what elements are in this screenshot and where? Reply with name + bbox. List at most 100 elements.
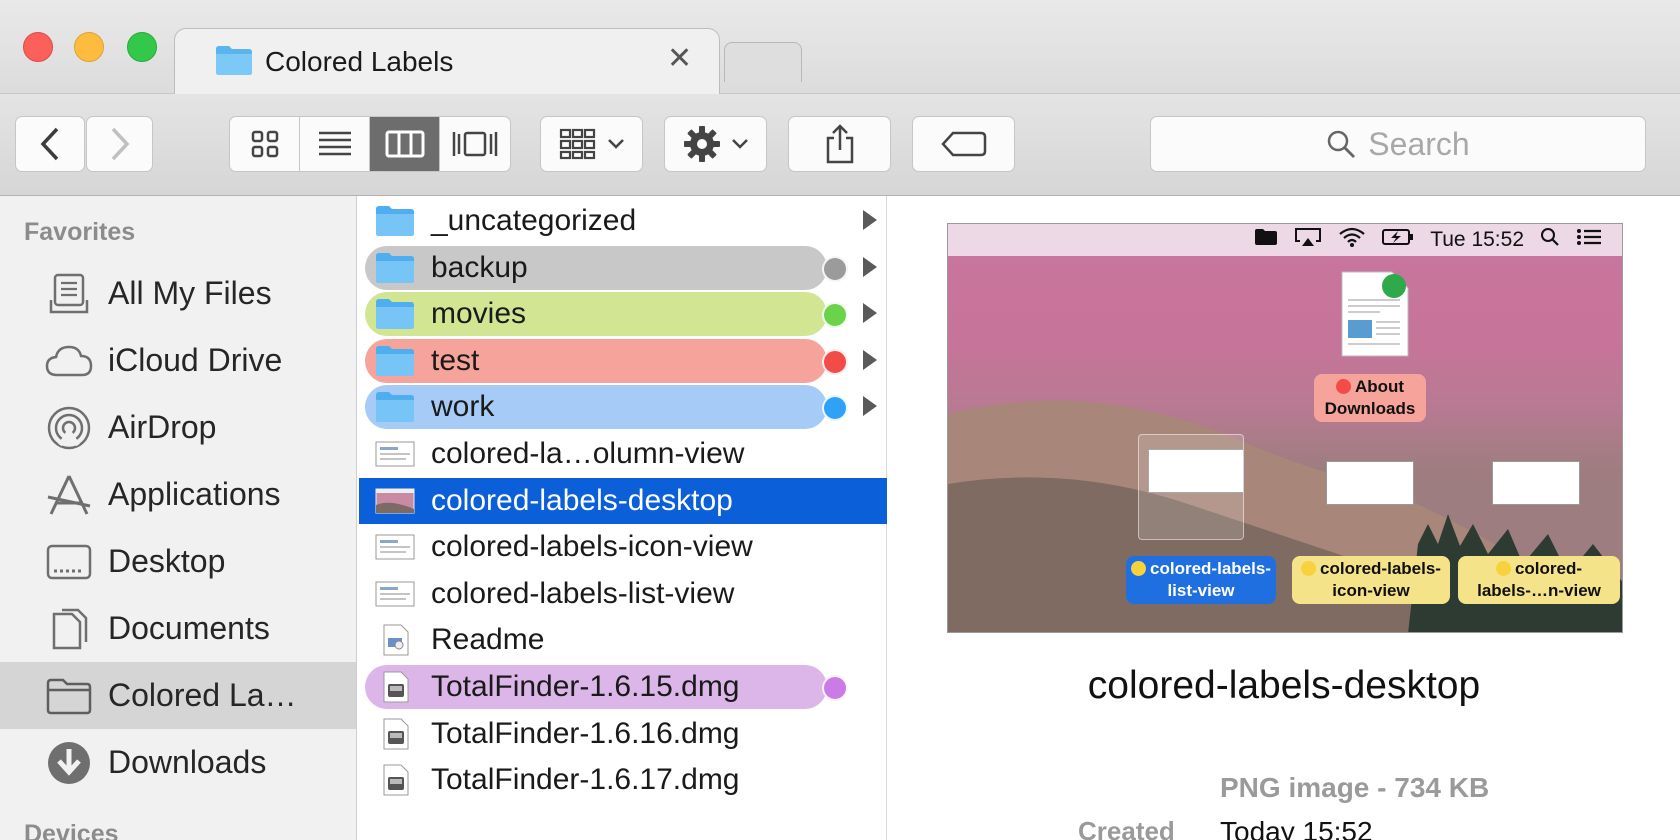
label-dot	[1335, 379, 1351, 394]
close-tab-icon[interactable]: ✕	[667, 41, 692, 76]
search-field[interactable]: Search	[1150, 116, 1646, 172]
close-window-button[interactable]	[23, 32, 53, 62]
disclosure-arrow-icon[interactable]	[863, 349, 877, 370]
preview-file-kind: PNG image - 734 KB	[1220, 772, 1490, 803]
file-row[interactable]: movies	[358, 291, 887, 337]
file-name: colored-labels-icon-view	[431, 530, 753, 564]
file-column: _uncategorizedbackup movies test work colore…	[358, 196, 887, 840]
file-row[interactable]: colored-labels-desktop	[358, 477, 887, 524]
sidebar-item-label: AirDrop	[108, 409, 217, 445]
sidebar-item-label: Desktop	[108, 543, 226, 579]
sidebar-section-devices: Devices	[24, 820, 119, 840]
disclosure-arrow-icon[interactable]	[863, 256, 877, 277]
image-file-icon	[375, 578, 415, 610]
sidebar-item-label: Documents	[108, 610, 270, 646]
sidebar-item-all-my-files[interactable]: All My Files	[0, 260, 356, 327]
sidebar-item-label: iCloud Drive	[108, 342, 283, 378]
color-tag-dot	[822, 675, 848, 701]
disk-image-icon	[375, 718, 415, 750]
desktop-item-name: colored-labels-list-view	[1150, 559, 1271, 600]
arrange-button[interactable]	[540, 116, 643, 172]
sidebar-item-desktop[interactable]: Desktop	[0, 528, 356, 595]
file-row[interactable]: _uncategorized	[358, 198, 887, 244]
notification-center-icon	[1576, 228, 1602, 252]
share-button[interactable]	[788, 116, 891, 172]
disclosure-arrow-icon[interactable]	[863, 303, 877, 324]
sidebar-section-favorites: Favorites	[24, 218, 136, 246]
zoom-window-button[interactable]	[127, 32, 157, 62]
airplay-icon	[1294, 227, 1322, 253]
chevron-down-icon	[607, 139, 624, 149]
sidebar: Favorites All My Files iCloud Drive AirD…	[0, 196, 357, 840]
document-icon	[375, 624, 415, 656]
sidebar-item-icloud-drive[interactable]: iCloud Drive	[0, 327, 356, 394]
sidebar-item-downloads[interactable]: Downloads	[0, 729, 356, 796]
tab-title: Colored Labels	[265, 46, 454, 77]
chevron-left-icon	[40, 127, 59, 161]
icon-view-button[interactable]	[230, 117, 300, 171]
file-row[interactable]: backup	[358, 245, 887, 291]
file-row[interactable]: colored-labels-icon-view	[358, 524, 887, 570]
columns-icon	[385, 130, 424, 158]
desktop-icon	[44, 540, 94, 584]
selection-highlight	[1138, 434, 1244, 540]
file-row[interactable]: test	[358, 338, 887, 384]
wifi-icon	[1338, 226, 1366, 254]
title-bar: Colored Labels ✕	[0, 0, 1680, 95]
sidebar-item-colored-labels[interactable]: Colored La…	[0, 662, 356, 729]
file-name: colored-labels-list-view	[431, 576, 735, 610]
file-row[interactable]: colored-la…olumn-view	[358, 431, 887, 477]
back-button[interactable]	[15, 116, 85, 172]
chevron-down-icon	[731, 139, 748, 149]
disclosure-arrow-icon[interactable]	[863, 210, 877, 230]
file-row[interactable]: TotalFinder-1.6.17.dmg	[358, 757, 887, 803]
list-view-button[interactable]	[300, 117, 370, 171]
file-row[interactable]: TotalFinder-1.6.15.dmg	[358, 664, 887, 710]
cover-flow-view-button[interactable]	[440, 117, 510, 171]
disclosure-arrow-icon[interactable]	[863, 396, 877, 417]
color-tag-dot	[822, 255, 848, 282]
file-name: _uncategorized	[431, 204, 637, 237]
tags-button[interactable]	[912, 116, 1015, 172]
tab-colored-labels[interactable]: Colored Labels ✕	[174, 28, 720, 95]
folder-icon	[375, 298, 415, 330]
label-dot	[1495, 561, 1511, 576]
view-mode-segmented-control[interactable]	[229, 116, 511, 172]
new-tab-button[interactable]	[724, 42, 802, 82]
spotlight-icon	[1540, 227, 1560, 253]
menubar-clock: Tue 15:52	[1430, 228, 1524, 251]
cover-flow-icon	[452, 131, 498, 157]
sidebar-item-documents[interactable]: Documents	[0, 595, 356, 662]
file-name: TotalFinder-1.6.17.dmg	[431, 763, 740, 797]
share-icon	[826, 124, 853, 164]
screenshot-thumbnail-column-view	[1492, 461, 1580, 505]
search-placeholder: Search	[1368, 125, 1470, 162]
folder-icon	[216, 46, 252, 75]
color-tag-dot	[822, 348, 848, 375]
sidebar-item-label: Colored La…	[108, 677, 297, 713]
folder-icon	[375, 345, 415, 377]
file-row[interactable]: Readme	[358, 617, 887, 663]
sidebar-item-airdrop[interactable]: AirDrop	[0, 394, 356, 461]
preview-file-name: colored-labels-desktop	[1087, 664, 1481, 707]
column-view-button[interactable]	[370, 117, 440, 171]
applications-icon	[44, 473, 94, 517]
arrange-grid-icon	[559, 128, 595, 160]
sidebar-item-applications[interactable]: Applications	[0, 461, 356, 528]
file-row[interactable]: work	[358, 384, 887, 430]
all-files-icon	[44, 272, 94, 316]
forward-button[interactable]	[86, 116, 153, 172]
action-button[interactable]	[664, 116, 767, 172]
file-name: work	[431, 390, 495, 424]
color-tag-dot	[822, 395, 848, 422]
airdrop-icon	[44, 406, 94, 450]
preview-created-value: Today 15:52	[1220, 816, 1373, 840]
documents-icon	[44, 607, 94, 651]
sidebar-item-label: All My Files	[108, 275, 272, 311]
file-row[interactable]: colored-labels-list-view	[358, 571, 887, 617]
minimize-window-button[interactable]	[74, 32, 104, 62]
desktop-label-about-downloads: About Downloads	[1314, 374, 1426, 422]
file-name: TotalFinder-1.6.16.dmg	[431, 716, 740, 750]
file-name: colored-la…olumn-view	[431, 437, 745, 470]
file-row[interactable]: TotalFinder-1.6.16.dmg	[358, 711, 887, 757]
